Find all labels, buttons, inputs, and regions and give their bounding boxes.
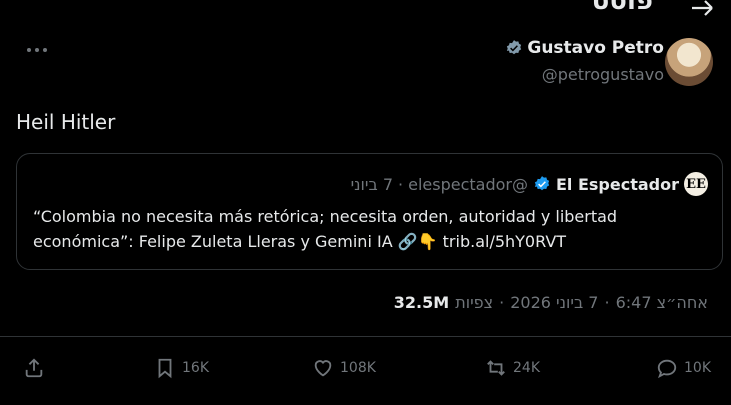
separator-dot: · — [604, 293, 610, 312]
share-icon — [25, 358, 43, 378]
post-meta: אחה״צ 6:47 · 7 ביוני 2026 · צפיות 32.5M — [394, 293, 708, 312]
post-time[interactable]: אחה״צ 6:47 — [616, 293, 708, 312]
bookmark-count: 16K — [182, 360, 209, 376]
quoted-post-text: “Colombia no necesita más retórica; nece… — [33, 207, 618, 251]
reply-button[interactable]: 10K — [656, 354, 711, 382]
share-button[interactable] — [23, 354, 45, 382]
el-espectador-logo-icon: EE — [684, 172, 708, 196]
repost-icon — [487, 360, 505, 376]
author-row[interactable]: Gustavo Petro — [505, 38, 664, 58]
reply-count: 10K — [684, 360, 711, 376]
repost-button[interactable]: 24K — [485, 354, 540, 382]
verified-blue-icon — [534, 176, 550, 191]
reply-icon — [657, 359, 677, 379]
repost-count: 24K — [513, 360, 540, 376]
back-arrow-icon[interactable] — [688, 0, 716, 16]
quoted-post-date: 7 ביוני — [350, 174, 394, 194]
quoted-author-handle: @elespectador — [408, 174, 528, 194]
quoted-post-header: EE El Espectador @elespectador · 7 ביוני — [351, 172, 708, 196]
like-button[interactable]: 108K — [312, 354, 376, 382]
more-options-icon[interactable] — [27, 44, 47, 56]
bookmark-icon — [158, 358, 172, 379]
quoted-author-name: El Espectador — [555, 174, 679, 194]
post-date[interactable]: 7 ביוני 2026 — [510, 293, 598, 312]
views-count: 32.5M — [393, 293, 450, 312]
bookmark-button[interactable]: 16K — [154, 354, 209, 382]
author-name[interactable]: Gustavo Petro — [527, 38, 664, 58]
like-count: 108K — [340, 360, 376, 376]
divider — [0, 336, 731, 337]
author-handle[interactable]: @petrogustavo — [542, 65, 664, 84]
separator-dot: · — [398, 174, 404, 194]
views-label: צפיות — [455, 293, 494, 312]
post-text: Heil Hitler — [16, 110, 116, 134]
avatar[interactable] — [665, 38, 713, 86]
page-title: פוסט — [591, 0, 653, 16]
verified-gray-icon — [507, 40, 522, 55]
heart-icon — [314, 360, 332, 377]
separator-dot: · — [499, 293, 505, 312]
